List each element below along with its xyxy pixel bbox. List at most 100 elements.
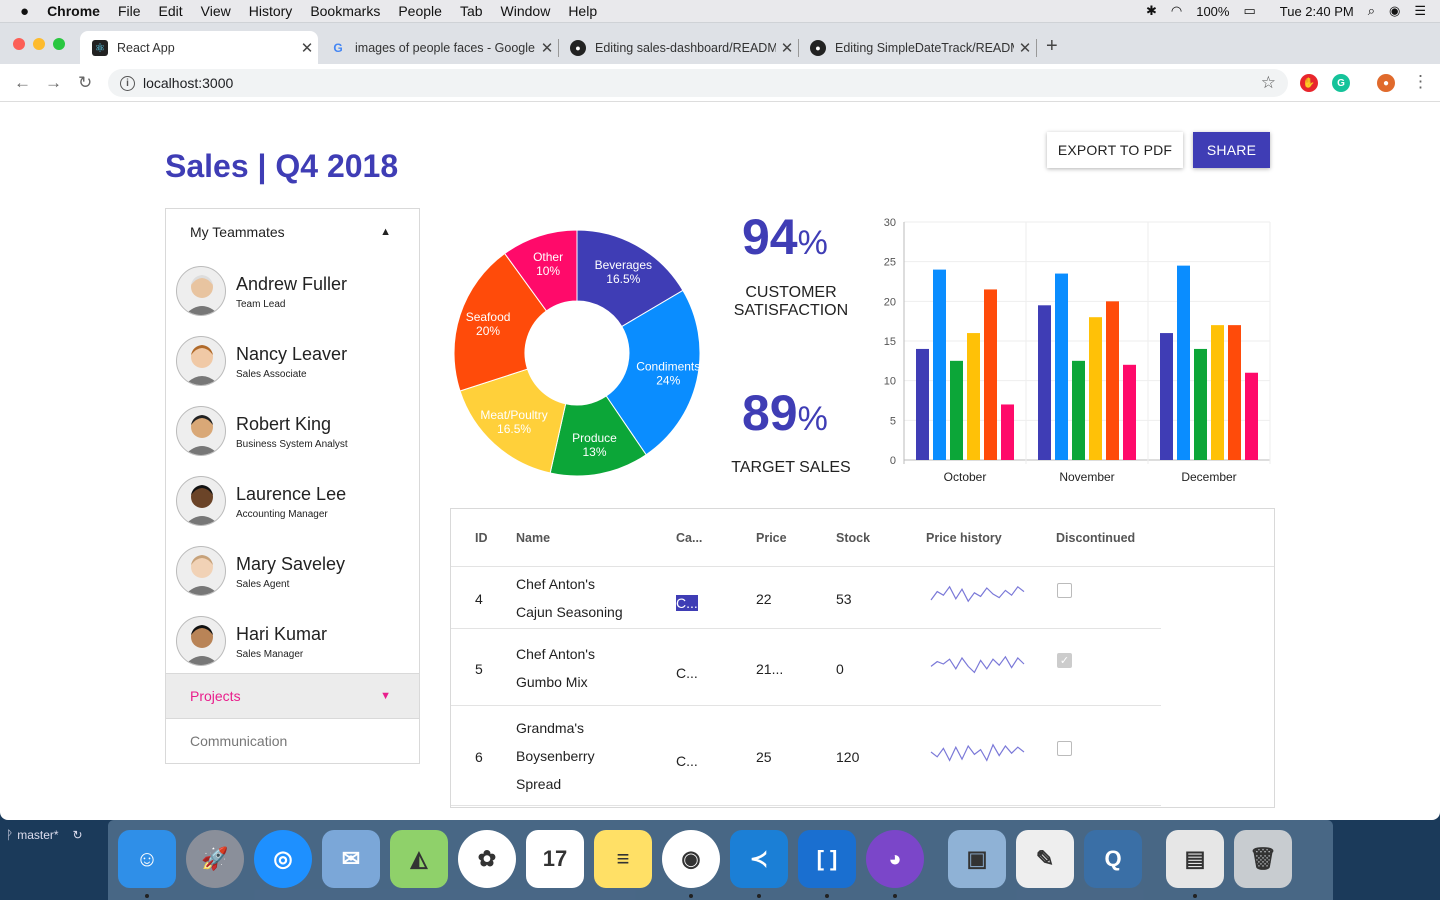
quicktime-icon[interactable]: Q bbox=[1084, 830, 1142, 888]
menu-file[interactable]: File bbox=[118, 3, 141, 19]
discontinued-checkbox[interactable] bbox=[1057, 741, 1072, 756]
battery-icon[interactable]: ▭ bbox=[1243, 3, 1255, 19]
reload-button[interactable]: ↻ bbox=[78, 73, 92, 93]
bar[interactable] bbox=[1106, 301, 1119, 460]
launchpad-icon[interactable]: 🚀 bbox=[186, 830, 244, 888]
trash-icon[interactable]: 🗑 bbox=[1234, 830, 1292, 888]
projects-accordion-header[interactable]: Projects ▼ bbox=[166, 673, 419, 718]
tab-github-simpledatetrack[interactable]: ● Editing SimpleDateTrack/README ✕ bbox=[798, 31, 1037, 65]
bar[interactable] bbox=[1001, 404, 1014, 460]
bar[interactable] bbox=[933, 269, 946, 460]
apple-icon[interactable]: ● bbox=[20, 3, 29, 20]
close-window-button[interactable] bbox=[13, 38, 25, 50]
close-tab-icon[interactable]: ✕ bbox=[296, 39, 318, 57]
teammate-item[interactable]: Mary Saveley Sales Agent bbox=[166, 544, 419, 614]
cell-category[interactable]: C... bbox=[676, 589, 698, 617]
textedit-icon[interactable]: ✎ bbox=[1016, 830, 1074, 888]
menu-view[interactable]: View bbox=[201, 3, 231, 19]
bluetooth-icon[interactable]: ✱ bbox=[1146, 3, 1157, 19]
profile-avatar[interactable]: ● bbox=[1377, 74, 1395, 92]
menu-window[interactable]: Window bbox=[501, 3, 551, 19]
menu-history[interactable]: History bbox=[249, 3, 293, 19]
maps-icon[interactable]: ◭ bbox=[390, 830, 448, 888]
communication-accordion-header[interactable]: Communication bbox=[166, 718, 419, 763]
teammate-item[interactable]: Nancy Leaver Sales Associate bbox=[166, 334, 419, 404]
bar[interactable] bbox=[1123, 364, 1136, 460]
menu-tab[interactable]: Tab bbox=[460, 3, 483, 19]
bar[interactable] bbox=[1228, 325, 1241, 460]
grammarly-extension-icon[interactable]: G bbox=[1332, 74, 1350, 92]
teammate-item[interactable]: Robert King Business System Analyst bbox=[166, 404, 419, 474]
bar[interactable] bbox=[916, 348, 929, 460]
wifi-icon[interactable]: ◠ bbox=[1171, 3, 1182, 19]
bar[interactable] bbox=[1177, 265, 1190, 460]
column-header-category[interactable]: Ca... bbox=[676, 531, 702, 545]
minimize-window-button[interactable] bbox=[33, 38, 45, 50]
safari-icon[interactable]: ◎ bbox=[254, 830, 312, 888]
new-tab-button[interactable]: + bbox=[1046, 35, 1058, 58]
bar[interactable] bbox=[1072, 360, 1085, 460]
column-header-discontinued[interactable]: Discontinued bbox=[1056, 531, 1135, 545]
tab-google-images[interactable]: G images of people faces - Google ✕ bbox=[318, 31, 559, 65]
spotlight-icon[interactable]: ⌕ bbox=[1368, 3, 1375, 19]
window-icon[interactable]: ▤ bbox=[1166, 830, 1224, 888]
discontinued-checkbox[interactable]: ✓ bbox=[1057, 652, 1072, 668]
menu-app-name[interactable]: Chrome bbox=[47, 3, 100, 19]
clock[interactable]: Tue 2:40 PM bbox=[1280, 4, 1354, 19]
bar[interactable] bbox=[1194, 348, 1207, 460]
chrome-icon[interactable]: ◉ bbox=[662, 830, 720, 888]
preview-icon[interactable]: ▣ bbox=[948, 830, 1006, 888]
mail-icon[interactable]: ✉ bbox=[322, 830, 380, 888]
teammate-item[interactable]: Laurence Lee Accounting Manager bbox=[166, 474, 419, 544]
address-bar[interactable]: i localhost:3000 ☆ bbox=[108, 69, 1288, 97]
export-pdf-button[interactable]: EXPORT TO PDF bbox=[1047, 132, 1183, 168]
cell-category[interactable]: C... bbox=[676, 659, 698, 687]
close-tab-icon[interactable]: ✕ bbox=[536, 39, 558, 57]
column-header-price-history[interactable]: Price history bbox=[926, 531, 1002, 545]
back-button[interactable]: ← bbox=[14, 73, 31, 93]
column-header-price[interactable]: Price bbox=[756, 531, 787, 545]
bar[interactable] bbox=[1211, 325, 1224, 460]
menu-edit[interactable]: Edit bbox=[159, 3, 183, 19]
table-row[interactable]: 4 Chef Anton's Cajun Seasoning C... 22 53 bbox=[451, 567, 1274, 629]
zoom-window-button[interactable] bbox=[53, 38, 65, 50]
column-header-name[interactable]: Name bbox=[516, 531, 550, 545]
teammates-accordion-header[interactable]: My Teammates ▲ bbox=[166, 209, 419, 254]
bar[interactable] bbox=[1055, 273, 1068, 460]
github-desktop-icon[interactable]: ◕ bbox=[866, 830, 924, 888]
adblock-extension-icon[interactable]: ✋ bbox=[1300, 74, 1318, 92]
bar[interactable] bbox=[1160, 333, 1173, 460]
forward-button[interactable]: → bbox=[45, 73, 62, 93]
finder-icon[interactable]: ☺ bbox=[118, 830, 176, 888]
bar[interactable] bbox=[950, 360, 963, 460]
menu-bookmarks[interactable]: Bookmarks bbox=[310, 3, 380, 19]
close-tab-icon[interactable]: ✕ bbox=[776, 39, 798, 57]
bookmark-star-icon[interactable]: ☆ bbox=[1261, 73, 1276, 93]
column-header-id[interactable]: ID bbox=[475, 531, 488, 545]
discontinued-checkbox[interactable] bbox=[1057, 583, 1072, 598]
chrome-menu-icon[interactable]: ⋮ bbox=[1412, 72, 1429, 92]
column-header-stock[interactable]: Stock bbox=[836, 531, 870, 545]
info-icon[interactable]: i bbox=[120, 75, 135, 91]
calendar-icon[interactable]: 17 bbox=[526, 830, 584, 888]
brackets-icon[interactable]: [ ] bbox=[798, 830, 856, 888]
menu-help[interactable]: Help bbox=[568, 3, 597, 19]
notification-center-icon[interactable]: ☰ bbox=[1414, 3, 1426, 19]
tab-github-sales-dashboard[interactable]: ● Editing sales-dashboard/README ✕ bbox=[558, 31, 799, 65]
cell-category[interactable]: C... bbox=[676, 747, 698, 775]
bar[interactable] bbox=[1038, 305, 1051, 460]
battery-percent[interactable]: 100% bbox=[1196, 4, 1229, 19]
bar[interactable] bbox=[984, 289, 997, 460]
close-tab-icon[interactable]: ✕ bbox=[1014, 39, 1036, 57]
menu-people[interactable]: People bbox=[398, 3, 442, 19]
notes-icon[interactable]: ≡ bbox=[594, 830, 652, 888]
bar[interactable] bbox=[1245, 372, 1258, 460]
photos-icon[interactable]: ✿ bbox=[458, 830, 516, 888]
siri-icon[interactable]: ◉ bbox=[1389, 3, 1400, 19]
table-row[interactable]: 6 Grandma's Boysenberry Spread C... 25 120 bbox=[451, 706, 1274, 806]
vscode-icon[interactable]: ≺ bbox=[730, 830, 788, 888]
bar[interactable] bbox=[967, 333, 980, 460]
share-button[interactable]: SHARE bbox=[1193, 132, 1270, 168]
table-row[interactable]: 5 Chef Anton's Gumbo Mix C... 21... 0 ✓ bbox=[451, 629, 1274, 706]
bar[interactable] bbox=[1089, 317, 1102, 460]
